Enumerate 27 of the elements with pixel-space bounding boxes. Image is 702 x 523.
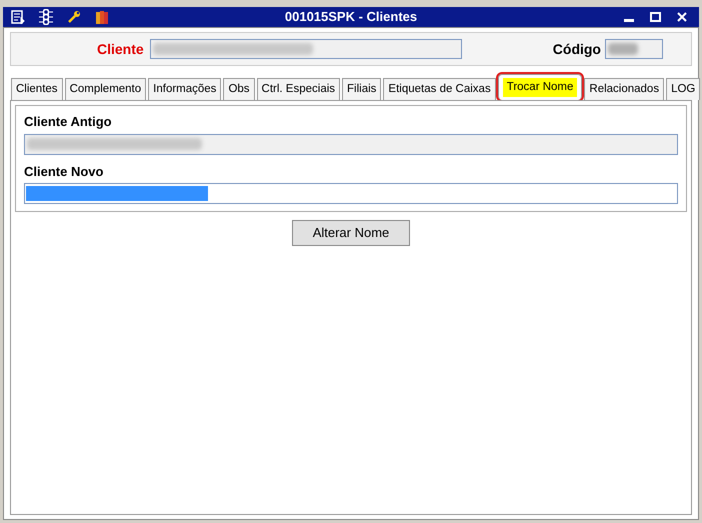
old-name-label: Cliente Antigo bbox=[24, 113, 113, 131]
tab[interactable]: Trocar Nome bbox=[498, 74, 582, 100]
tab[interactable]: Obs bbox=[223, 78, 255, 100]
close-icon[interactable] bbox=[677, 12, 687, 22]
tab[interactable]: LOG bbox=[666, 78, 700, 100]
menu-icon[interactable] bbox=[11, 10, 25, 24]
maximize-icon[interactable] bbox=[650, 12, 661, 22]
tab[interactable]: Informações bbox=[148, 78, 222, 100]
books-icon[interactable] bbox=[95, 9, 109, 25]
tab[interactable]: Filiais bbox=[342, 78, 382, 100]
traffic-light-icon[interactable] bbox=[39, 9, 53, 25]
codigo-field[interactable] bbox=[605, 39, 663, 59]
tab[interactable]: Etiquetas de Caixas bbox=[383, 78, 496, 100]
blurred-value bbox=[608, 43, 638, 55]
tab[interactable]: Ctrl. Especiais bbox=[256, 78, 340, 100]
tab[interactable]: Relacionados bbox=[584, 78, 664, 100]
cliente-label: Cliente bbox=[97, 40, 144, 58]
new-name-field[interactable] bbox=[24, 183, 678, 204]
old-name-field[interactable] bbox=[24, 134, 678, 154]
new-name-label: Cliente Novo bbox=[24, 162, 104, 180]
tab[interactable]: Complemento bbox=[64, 78, 146, 100]
codigo-label: Código bbox=[552, 40, 601, 59]
wrench-icon[interactable] bbox=[67, 10, 81, 24]
window-title: 001015SPK - Clientes bbox=[284, 8, 418, 26]
rename-button[interactable]: Alterar Nome bbox=[292, 220, 410, 246]
tab[interactable]: Clientes bbox=[11, 78, 63, 100]
cliente-field[interactable] bbox=[150, 39, 462, 59]
